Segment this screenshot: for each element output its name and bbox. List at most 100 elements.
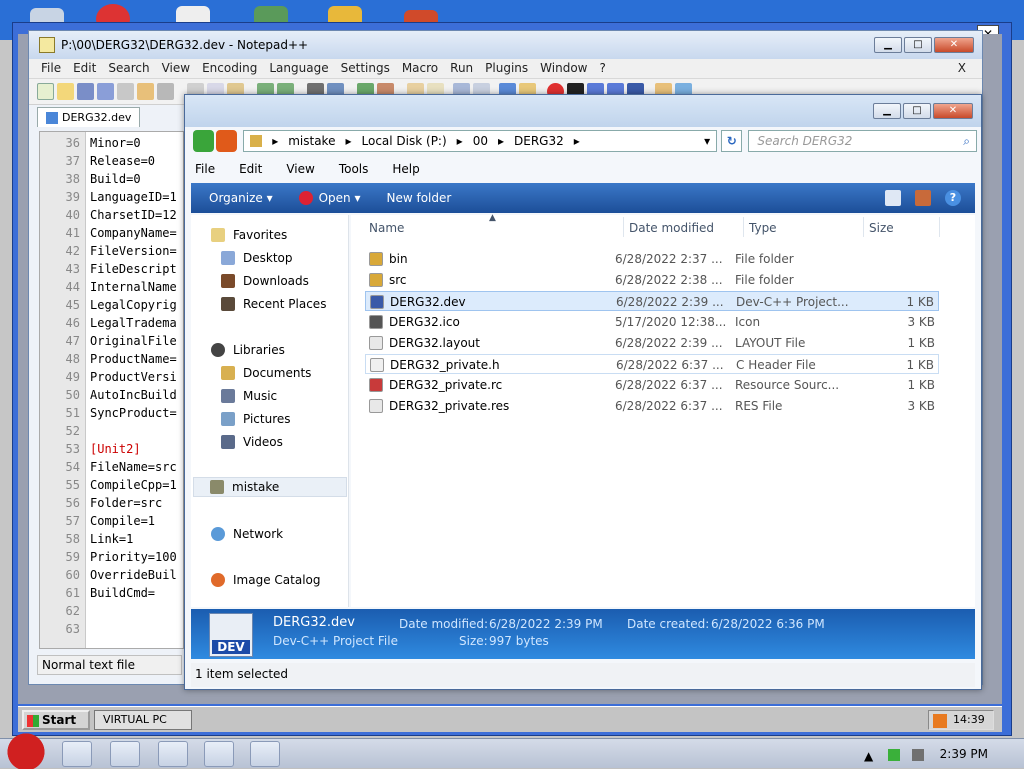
open-button[interactable]: Open ▾: [298, 191, 361, 206]
nav-mistake[interactable]: mistake: [193, 477, 347, 497]
file-row[interactable]: DERG32.dev 6/28/2022 2:39 ... Dev-C++ Proj…: [365, 291, 939, 311]
code-line[interactable]: 56 Folder=src: [40, 494, 183, 512]
code-line[interactable]: 53 [Unit2]: [40, 440, 183, 458]
menu-settings[interactable]: Settings: [335, 59, 396, 78]
code-line[interactable]: 50 AutoIncBuild: [40, 386, 183, 404]
menu-run[interactable]: Run: [444, 59, 479, 78]
nav-image-catalog[interactable]: Image Catalog: [211, 570, 369, 590]
menu-plugins[interactable]: Plugins: [479, 59, 534, 78]
column-type[interactable]: Type: [749, 221, 777, 235]
code-line[interactable]: 45 LegalCopyrig: [40, 296, 183, 314]
menu-language[interactable]: Language: [263, 59, 334, 78]
save-icon[interactable]: [77, 83, 94, 100]
editor-area[interactable]: 36 Minor=0 37 Release=0 38 Build=0 39 LanguageI…: [39, 131, 184, 649]
code-line[interactable]: 54 FileName=src: [40, 458, 183, 476]
organize-button[interactable]: Organize ▾: [209, 191, 273, 205]
rss-icon[interactable]: [933, 714, 947, 728]
menu-tools[interactable]: Tools: [335, 161, 373, 181]
menu-macro[interactable]: Macro: [396, 59, 444, 78]
breadcrumb-00[interactable]: 00: [473, 134, 488, 148]
nav-network[interactable]: Network: [211, 524, 369, 544]
guest-start-button[interactable]: Start: [22, 710, 90, 730]
code-line[interactable]: 46 LegalTradema: [40, 314, 183, 332]
menu-file[interactable]: File: [191, 161, 219, 181]
menu-search[interactable]: Search: [102, 59, 155, 78]
file-row[interactable]: DERG32.layout 6/28/2022 2:39 ... LAYOUT Fi…: [365, 333, 939, 353]
column-date-modified[interactable]: Date modified: [629, 221, 714, 235]
code-line[interactable]: 38 Build=0: [40, 170, 183, 188]
search-icon[interactable]: ⌕: [963, 131, 970, 151]
code-line[interactable]: 63: [40, 620, 183, 638]
code-line[interactable]: 36 Minor=0: [40, 134, 183, 152]
file-row[interactable]: DERG32.ico 5/17/2020 12:38... Icon 3 KB: [365, 312, 939, 332]
print-icon[interactable]: [157, 83, 174, 100]
file-row[interactable]: DERG32_private.h 6/28/2022 6:37 ... C Head…: [365, 354, 939, 374]
explorer-titlebar[interactable]: ▁ □ ✕: [185, 95, 981, 127]
code-line[interactable]: 52: [40, 422, 183, 440]
menu-help[interactable]: Help: [388, 161, 423, 181]
nav-libraries[interactable]: Libraries: [211, 340, 369, 360]
menu-file[interactable]: File: [35, 59, 67, 78]
new-folder-button[interactable]: New folder: [387, 191, 452, 205]
code-line[interactable]: 51 SyncProduct=: [40, 404, 183, 422]
nav-favorites[interactable]: Favorites: [211, 225, 369, 245]
column-name[interactable]: Name: [369, 221, 404, 235]
guest-task-virtual-pc[interactable]: VIRTUAL PC: [94, 710, 192, 730]
code-line[interactable]: 47 OriginalFile: [40, 332, 183, 350]
code-line[interactable]: 49 ProductVersi: [40, 368, 183, 386]
file-row[interactable]: DERG32_private.res 6/28/2022 6:37 ... RES …: [365, 396, 939, 416]
network-tray-icon[interactable]: [888, 749, 900, 761]
search-input[interactable]: Search DERG32 ⌕: [748, 130, 977, 152]
code-line[interactable]: 55 CompileCpp=1: [40, 476, 183, 494]
show-hidden-icons-icon[interactable]: ▲: [864, 749, 876, 763]
menu-help[interactable]: ?: [593, 59, 611, 78]
code-line[interactable]: 57 Compile=1: [40, 512, 183, 530]
menu-edit[interactable]: Edit: [67, 59, 102, 78]
search-app-icon[interactable]: [158, 741, 188, 767]
code-line[interactable]: 44 InternalName: [40, 278, 183, 296]
address-dropdown-icon[interactable]: ▾: [704, 134, 710, 148]
menu-view[interactable]: View: [282, 161, 318, 181]
column-size[interactable]: Size: [869, 221, 894, 235]
code-line[interactable]: 40 CharsetID=12: [40, 206, 183, 224]
help-icon[interactable]: ?: [945, 190, 961, 206]
open-file-icon[interactable]: [57, 83, 74, 100]
menu-encoding[interactable]: Encoding: [196, 59, 263, 78]
forward-arrow-icon[interactable]: [216, 130, 238, 152]
maximize-button[interactable]: □: [903, 103, 931, 119]
menu-edit[interactable]: Edit: [235, 161, 266, 181]
minimize-button[interactable]: ▁: [874, 37, 902, 53]
volume-icon[interactable]: [912, 749, 924, 761]
change-view-icon[interactable]: [885, 190, 901, 206]
back-arrow-icon[interactable]: [193, 130, 215, 152]
code-line[interactable]: 60 OverrideBuil: [40, 566, 183, 584]
refresh-icon[interactable]: ↻: [721, 130, 743, 152]
close-document-button[interactable]: X: [952, 59, 972, 78]
code-line[interactable]: 42 FileVersion=: [40, 242, 183, 260]
folder-app-icon[interactable]: [62, 741, 92, 767]
code-line[interactable]: 43 FileDescript: [40, 260, 183, 278]
breadcrumb-mistake[interactable]: mistake: [288, 134, 335, 148]
file-row[interactable]: bin 6/28/2022 2:37 ... File folder: [365, 249, 939, 269]
file-row[interactable]: src 6/28/2022 2:38 ... File folder: [365, 270, 939, 290]
new-file-icon[interactable]: [37, 83, 54, 100]
code-line[interactable]: 41 CompanyName=: [40, 224, 183, 242]
menu-window[interactable]: Window: [534, 59, 593, 78]
minimize-button[interactable]: ▁: [873, 103, 901, 119]
notepadpp-titlebar[interactable]: P:\00\DERG32\DERG32.dev - Notepad++ ▁ □ …: [29, 31, 982, 59]
maximize-button[interactable]: □: [904, 37, 932, 53]
code-line[interactable]: 39 LanguageID=1: [40, 188, 183, 206]
preview-pane-icon[interactable]: [915, 190, 931, 206]
code-line[interactable]: 62: [40, 602, 183, 620]
close-all-icon[interactable]: [137, 83, 154, 100]
code-line[interactable]: 37 Release=0: [40, 152, 183, 170]
file-row[interactable]: DERG32_private.rc 6/28/2022 6:37 ... Resou…: [365, 375, 939, 395]
code-line[interactable]: 48 ProductName=: [40, 350, 183, 368]
breadcrumb-local-disk[interactable]: Local Disk (P:): [362, 134, 447, 148]
code-line[interactable]: 58 Link=1: [40, 530, 183, 548]
clock[interactable]: 2:39 PM: [940, 747, 988, 761]
breadcrumb-derg32[interactable]: DERG32: [514, 134, 564, 148]
chrome-icon[interactable]: [110, 741, 140, 767]
code-line[interactable]: 59 Priority=100: [40, 548, 183, 566]
menu-view[interactable]: View: [156, 59, 196, 78]
